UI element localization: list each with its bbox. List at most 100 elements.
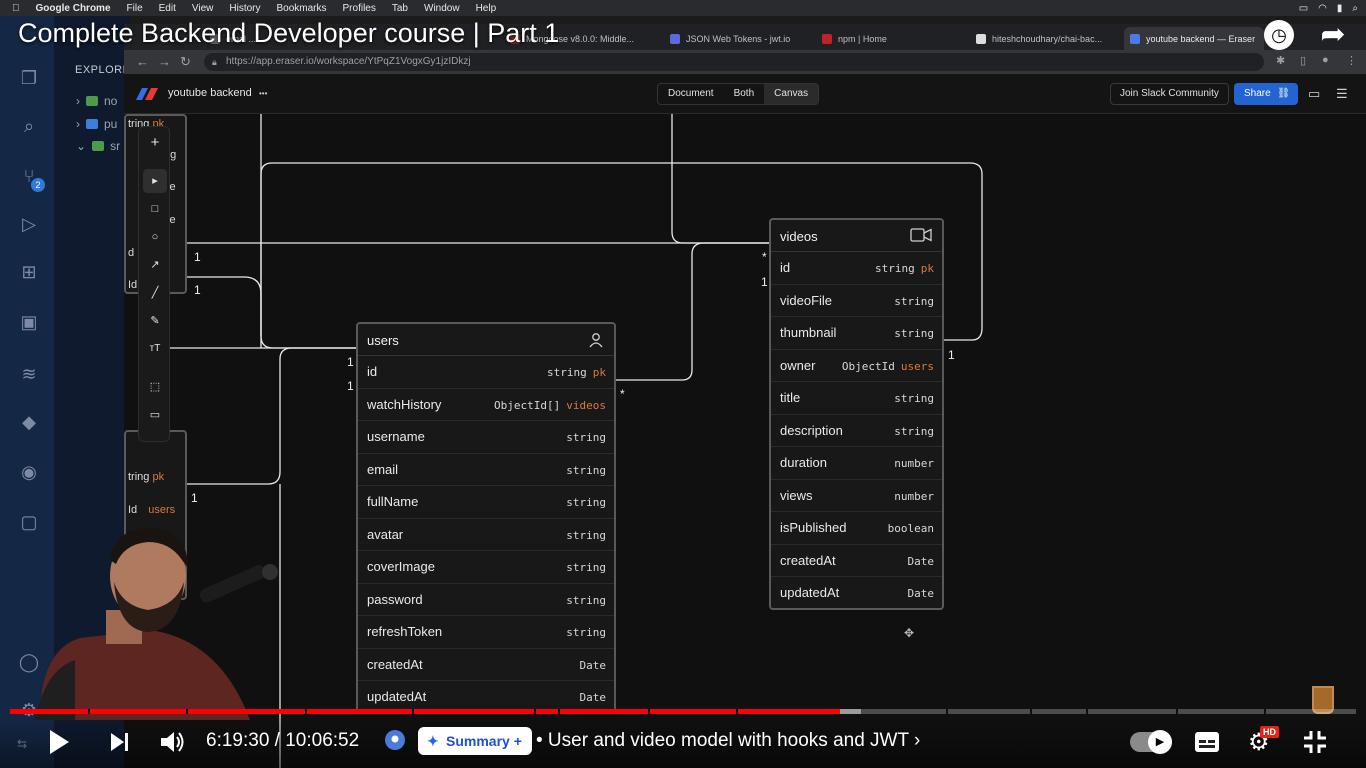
field-row[interactable]: createdAt Date [358, 649, 614, 681]
menu-edit[interactable]: Edit [159, 3, 176, 14]
docker-icon[interactable]: ≋ [17, 362, 41, 386]
text-icon[interactable]: ᴛT [143, 337, 167, 361]
menu-file[interactable]: File [127, 3, 143, 14]
field-row[interactable]: views number [771, 480, 942, 512]
files-icon[interactable]: ❐ [17, 66, 41, 90]
tree-item[interactable]: ⌄ sr [76, 137, 120, 155]
field-row[interactable]: email string [358, 454, 614, 486]
mongodb-icon[interactable]: ◆ [17, 410, 41, 434]
browser-tab[interactable]: hiteshchoudhary/chai-bac... [970, 27, 1120, 50]
field-row[interactable]: avatar string [358, 519, 614, 551]
users-entity[interactable]: users id string pk watchHistory ObjectId[] v… [356, 322, 616, 714]
remote-icon[interactable]: ▣ [17, 310, 41, 334]
apple-menu-icon[interactable]:  [12, 3, 20, 14]
browser-tab[interactable]: npm | Home [816, 27, 956, 50]
extensions-icon[interactable]: ⊞ [17, 260, 41, 284]
diagram-canvas[interactable]: 1 1 1 1 1 1 * * 1 1 * 1 1 tring pk ng ce… [124, 114, 1366, 768]
search-icon[interactable]: ⌕ [1352, 3, 1358, 14]
profile-avatar-icon[interactable]: ● [1322, 54, 1329, 66]
pencil-icon[interactable]: ✎ [143, 309, 167, 333]
line-icon[interactable]: ╱ [143, 281, 167, 305]
field-row[interactable]: thumbnail string [771, 317, 942, 350]
field-row[interactable]: videoFile string [771, 285, 942, 317]
video-progress-bar[interactable] [10, 709, 1356, 714]
thunder-client-icon[interactable]: ◉ [17, 460, 41, 484]
field-row[interactable]: isPublished boolean [771, 512, 942, 545]
chapter-divider [946, 709, 948, 714]
tree-item[interactable]: › pu [76, 115, 117, 133]
menu-bookmarks[interactable]: Bookmarks [277, 3, 327, 14]
video-title[interactable]: Complete Backend Developer course | Part… [18, 18, 559, 49]
field-row[interactable]: watchHistory ObjectId[] videos [358, 389, 614, 421]
field-row[interactable]: fullName string [358, 486, 614, 519]
forward-icon[interactable]: → [158, 54, 171, 69]
reload-icon[interactable]: ↻ [180, 54, 191, 70]
field-row[interactable]: owner ObjectId users [771, 350, 942, 382]
field-row[interactable]: description string [771, 415, 942, 447]
field-row[interactable]: password string [358, 584, 614, 616]
field-row[interactable]: id string pk [358, 356, 614, 389]
tree-item[interactable]: › no [76, 92, 117, 110]
select-pointer-icon[interactable]: ▸ [143, 169, 167, 193]
menu-app-name[interactable]: Google Chrome [36, 3, 111, 14]
exit-fullscreen-icon[interactable] [1303, 730, 1327, 754]
summary-button[interactable]: ✦ Summary + [418, 727, 532, 755]
battery-icon[interactable]: ▮ [1337, 3, 1343, 14]
mode-both[interactable]: Both [724, 84, 765, 104]
add-icon[interactable]: + [143, 131, 167, 155]
ellipse-icon[interactable]: ○ [143, 225, 167, 249]
play-icon[interactable] [48, 729, 70, 755]
wifi-icon[interactable]: ◠ [1318, 3, 1327, 14]
next-video-icon[interactable] [110, 732, 130, 752]
cardinality-label: 1 [948, 348, 955, 362]
chapter-title[interactable]: • User and video model with hooks and JW… [536, 730, 920, 752]
browser-tab[interactable]: JSON Web Tokens - jwt.io [664, 27, 804, 50]
arrow-icon[interactable]: ↗ [143, 253, 167, 277]
field-row[interactable]: updatedAt Date [771, 577, 942, 610]
run-debug-icon[interactable]: ▷ [17, 212, 41, 236]
menu-view[interactable]: View [192, 3, 214, 14]
comment-tool-icon[interactable]: ▭ [143, 403, 167, 427]
file-menu-dots-icon[interactable]: ••• [259, 89, 267, 98]
chapter-divider [1030, 709, 1032, 714]
field-row[interactable]: refreshToken string [358, 616, 614, 649]
extensions-puzzle-icon[interactable]: ✱ [1276, 54, 1285, 67]
menu-profiles[interactable]: Profiles [343, 3, 376, 14]
menu-window[interactable]: Window [424, 3, 460, 14]
chapter-divider [534, 709, 536, 714]
location-pin-icon[interactable] [384, 729, 406, 753]
browser-tab-active[interactable]: youtube backend — Eraser [1124, 27, 1264, 50]
comment-icon[interactable]: ▭ [1308, 86, 1320, 102]
screen-icon[interactable]: ▭ [1299, 3, 1308, 14]
eraser-logo-icon[interactable] [136, 88, 158, 100]
volume-icon[interactable] [160, 730, 186, 754]
outline-panel-icon[interactable]: ☰ [1336, 86, 1348, 102]
field-row[interactable]: id string pk [771, 252, 942, 285]
chapter-divider [558, 709, 560, 714]
frame-icon[interactable]: ⬚ [143, 375, 167, 399]
autoplay-toggle[interactable]: ▶ [1130, 730, 1172, 754]
back-icon[interactable]: ← [136, 54, 149, 69]
join-slack-button[interactable]: Join Slack Community [1110, 83, 1229, 105]
menu-history[interactable]: History [229, 3, 260, 14]
mode-canvas[interactable]: Canvas [764, 84, 819, 104]
file-name[interactable]: youtube backend [168, 87, 252, 99]
field-row[interactable]: createdAt Date [771, 545, 942, 577]
videos-entity[interactable]: videos id string pk videoFile string thumbn… [769, 218, 944, 610]
field-row[interactable]: coverImage string [358, 551, 614, 584]
share-button[interactable]: Share ⛓︎ [1234, 83, 1298, 105]
menu-help[interactable]: Help [476, 3, 497, 14]
field-row[interactable]: duration number [771, 447, 942, 480]
mode-document[interactable]: Document [658, 84, 724, 104]
field-row[interactable]: username string [358, 421, 614, 454]
search-icon[interactable]: ⌕ [17, 114, 41, 138]
url-field[interactable]: 🔒︎ https://app.eraser.io/workspace/YtPqZ… [204, 53, 1264, 71]
field-row[interactable]: title string [771, 382, 942, 415]
watch-later-clock-icon[interactable]: ◷ [1264, 20, 1294, 50]
chrome-menu-icon[interactable]: ⋮ [1346, 54, 1357, 67]
sidepanel-icon[interactable]: ▯ [1300, 54, 1306, 67]
subtitles-icon[interactable] [1194, 731, 1220, 753]
menu-tab[interactable]: Tab [392, 3, 408, 14]
rectangle-icon[interactable]: □ [143, 197, 167, 221]
share-arrow-icon[interactable]: ➦ [1318, 20, 1348, 50]
